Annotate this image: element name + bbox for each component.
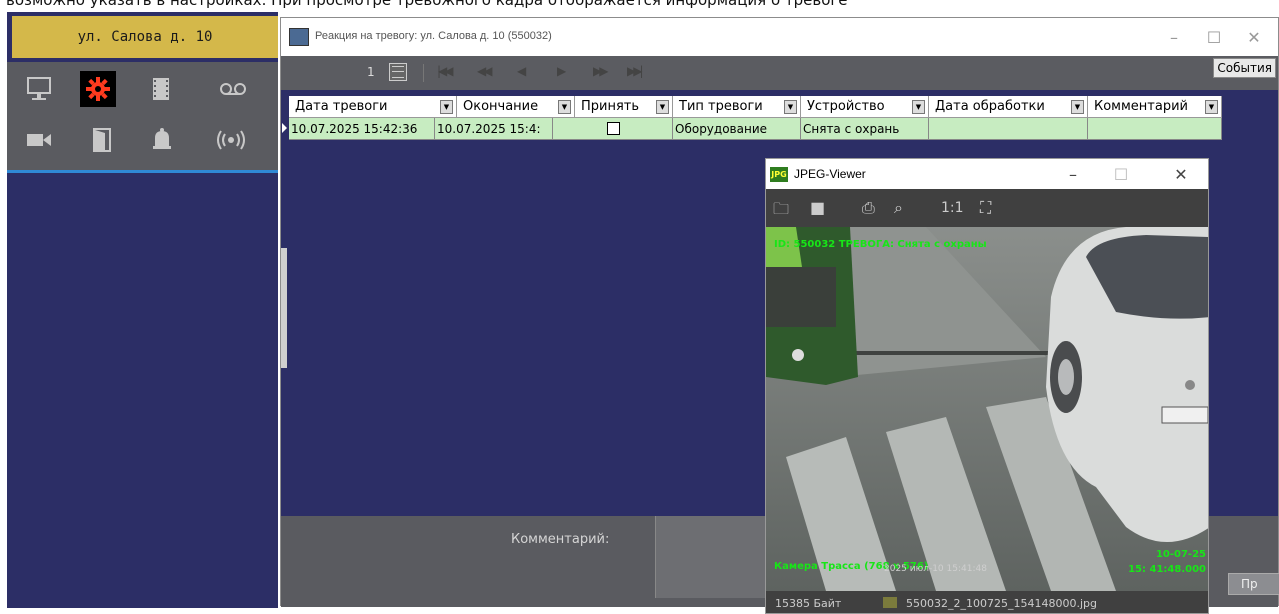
alarm-bell-icon[interactable] [144,122,180,158]
events-button[interactable]: События [1213,58,1276,78]
film-icon[interactable] [143,71,179,107]
column-header[interactable]: Принять ▼ [575,96,673,118]
window-title: Реакция на тревогу: ул. Салова д. 10 (55… [315,30,552,42]
jpg-file-icon [883,597,897,608]
icon-toolbar [7,62,278,173]
object-control-panel: ул. Салова д. 10 [7,12,278,608]
video-camera-icon[interactable] [21,122,57,158]
process-button[interactable]: Пр [1228,573,1279,595]
row-indicator [282,123,287,133]
next-icon[interactable]: ▶ [557,64,566,78]
window-titlebar[interactable]: Реакция на тревогу: ул. Салова д. 10 (55… [281,18,1278,56]
overlay-timestamp-small: 2025 июл-10 15:41:48 [884,564,987,574]
file-name: 550032_2_100725_154148000.jpg [906,597,1097,610]
viewer-titlebar[interactable]: JPG JPEG-Viewer – ☐ ✕ [766,159,1208,189]
save-icon[interactable]: ■ [810,198,825,217]
next-page-icon[interactable]: ▶▶ [593,64,609,78]
prev-page-icon[interactable]: ◀◀ [477,64,493,78]
panel-splitter[interactable] [281,248,287,368]
object-title[interactable]: ул. Салова д. 10 [12,16,278,58]
fullscreen-icon[interactable]: ⛶ [980,198,991,218]
column-header[interactable]: Тип тревоги ▼ [673,96,801,118]
column-header[interactable]: Устройство ▼ [801,96,929,118]
close-icon[interactable]: ✕ [1164,163,1198,185]
prev-icon[interactable]: ◀ [517,64,526,78]
viewer-title: JPEG-Viewer [794,167,866,181]
print-icon[interactable]: ⎙ [862,198,875,218]
jpeg-viewer-window: JPG JPEG-Viewer – ☐ ✕ 🗀 ■ ⎙ ⌕ 1:1 ⛶ ID: … [765,158,1209,614]
navigation-toolbar: 1 |◀◀ ◀◀ ◀ ▶ ▶▶ ▶▶| События [281,56,1278,90]
radio-wave-icon[interactable] [213,122,249,158]
overlay-alarm-id: ID: 550032 ТРЕВОГА: Снята с охраны [774,239,987,250]
table-cell[interactable]: Снята с охрань [801,118,929,140]
table-cell[interactable] [929,118,1088,140]
maximize-icon[interactable]: ☐ [1194,24,1234,50]
table-cell[interactable] [1088,118,1222,140]
overlay-time: 15: 41:48.000 [1128,564,1206,575]
accept-checkbox[interactable] [607,122,620,135]
first-page-icon[interactable]: |◀◀ [437,64,453,78]
minimize-icon[interactable]: – [1056,163,1090,185]
street-photo [766,227,1208,591]
grid-view-icon[interactable] [389,63,407,81]
maximize-icon[interactable]: ☐ [1104,163,1138,185]
alarm-frame-image: ID: 550032 ТРЕВОГА: Снята с охраны Камер… [766,227,1208,591]
voicemail-icon[interactable] [215,71,251,107]
door-icon[interactable] [84,122,120,158]
open-folder-icon[interactable]: 🗀 [773,198,789,225]
overlay-date: 10-07-25 [1155,549,1206,560]
app-icon [289,28,309,46]
last-page-icon[interactable]: ▶▶| [627,64,643,78]
column-header[interactable]: Дата тревоги ▼ [289,96,457,118]
settings-gear-icon[interactable] [80,71,116,107]
close-icon[interactable]: ✕ [1234,24,1274,50]
viewer-statusbar: 15385 Байт 550032_2_100725_154148000.jpg [766,591,1208,613]
document-text-strip: возможно указать в настройках. При просм… [6,0,848,9]
zoom-1to1-button[interactable]: 1:1 [941,200,964,216]
file-size: 15385 Байт [775,597,842,610]
monitor-icon[interactable] [21,71,57,107]
table-cell[interactable]: 10.07.2025 15:4: [435,118,553,140]
table-cell[interactable]: Оборудование [673,118,801,140]
table-cell[interactable]: 10.07.2025 15:42:36 [289,118,435,140]
column-header[interactable]: Окончание ▼ [457,96,575,118]
accept-checkbox-cell[interactable] [553,118,673,140]
page-number: 1 [367,65,375,79]
column-header[interactable]: Дата обработки ▼ [929,96,1088,118]
column-header[interactable]: Комментарий ▼ [1088,96,1222,118]
minimize-icon[interactable]: – [1154,24,1194,50]
viewer-toolbar: 🗀 ■ ⎙ ⌕ 1:1 ⛶ [766,189,1208,227]
viewer-app-icon: JPG [770,167,788,182]
print-preview-icon[interactable]: ⌕ [894,198,903,218]
comment-label: Комментарий: [511,532,610,547]
